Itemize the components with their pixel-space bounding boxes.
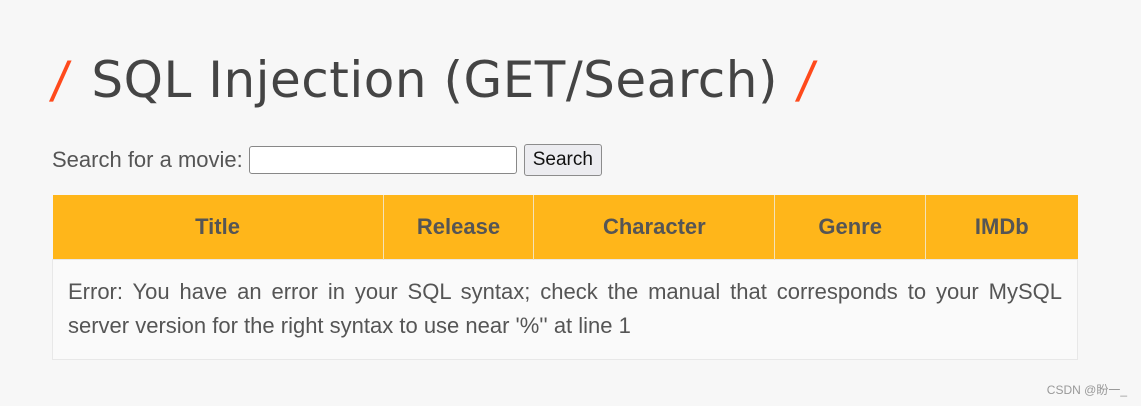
search-form: Search for a movie: Search <box>52 143 602 177</box>
search-input[interactable] <box>248 146 517 174</box>
search-button[interactable]: Search <box>523 144 602 176</box>
column-header-genre: Genre <box>774 195 927 260</box>
table-row: Error: You have an error in your SQL syn… <box>52 259 1078 360</box>
table-header-row: Title Release Character Genre IMDb <box>52 195 1078 260</box>
sql-error-message: Error: You have an error in your SQL syn… <box>52 259 1078 360</box>
column-header-imdb: IMDb <box>925 195 1078 260</box>
column-header-title: Title <box>52 195 384 260</box>
column-header-character: Character <box>533 195 776 260</box>
title-slash-right: / <box>793 51 820 109</box>
title-slash-left: / <box>47 51 74 109</box>
page-title-text: SQL Injection (GET/Search) <box>91 51 778 109</box>
results-table: Title Release Character Genre IMDb Error… <box>52 195 1078 360</box>
watermark: CSDN @盼一_ <box>1046 383 1127 397</box>
page-title: / SQL Injection (GET/Search) / <box>48 40 819 120</box>
column-header-release: Release <box>383 195 535 260</box>
search-label: Search for a movie: <box>52 147 243 172</box>
